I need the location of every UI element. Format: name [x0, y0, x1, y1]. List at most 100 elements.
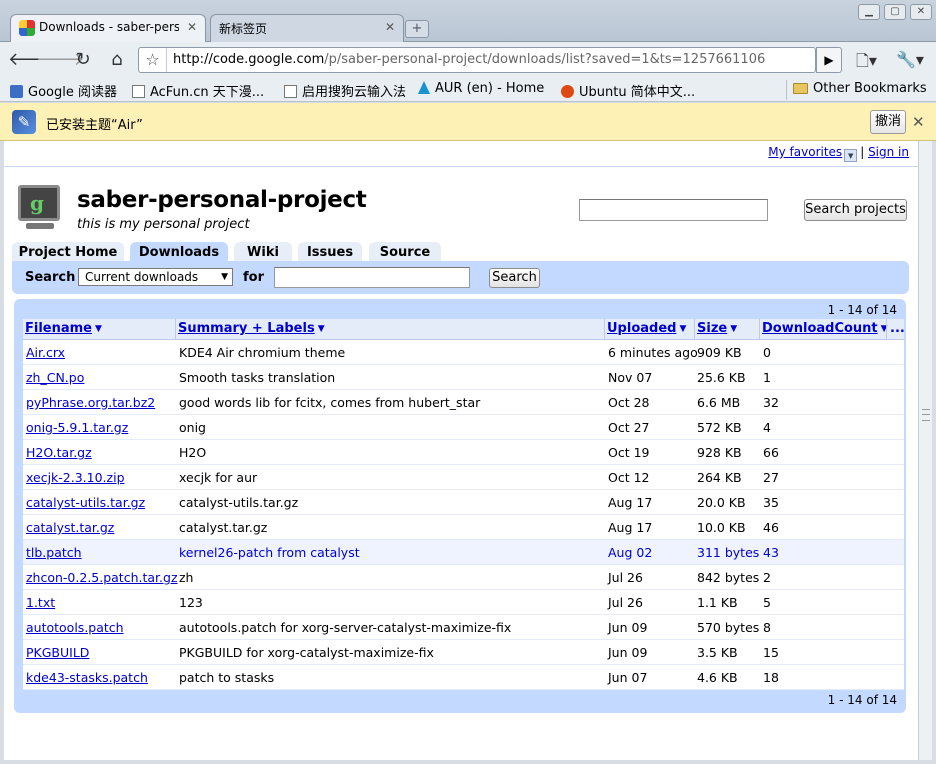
table-row[interactable]: autotools.patch autotools.patch for xorg-… [23, 615, 904, 640]
size-cell: 4.6 KB [697, 670, 738, 685]
user-bar: My favorites ▼ | Sign in [768, 145, 909, 162]
theme-installed-infobar: ✎ 已安装主题“Air” 撤消 ✕ [0, 103, 936, 141]
table-row[interactable]: Air.crx KDE4 Air chromium theme 6 minutes … [23, 340, 904, 365]
scope-select[interactable]: Current downloads ▼ [78, 268, 233, 286]
download-count-cell: 66 [763, 445, 779, 460]
page-menu-icon[interactable]: 🗋▾ [856, 50, 877, 77]
size-cell: 6.6 MB [697, 395, 741, 410]
maximize-icon[interactable]: ▢ [884, 4, 906, 20]
table-row[interactable]: xecjk-2.3.10.zip xecjk for aur Oct 12 264 K… [23, 465, 904, 490]
size-cell: 20.0 KB [697, 495, 746, 510]
tab-downloads[interactable]: Downloads - saber-perso··· ✕ [10, 14, 206, 42]
column-uploaded[interactable]: Uploaded ▼ [607, 321, 686, 336]
downloads-table: Filename ▼ Summary + Labels ▼ Uploaded ▼ Si… [23, 319, 905, 690]
sign-in-link[interactable]: Sign in [868, 145, 909, 159]
search-button[interactable]: Search [489, 268, 540, 288]
scroll-grip-icon[interactable] [922, 409, 930, 421]
downloads-search-input[interactable] [274, 267, 470, 288]
summary-cell: autotools.patch for xorg-server-catalyst… [179, 620, 512, 635]
reload-icon[interactable]: ↻ [70, 47, 96, 73]
uploaded-cell: Jun 09 [608, 645, 648, 660]
table-row[interactable]: PKGBUILD PKGBUILD for xorg-catalyst-maxim… [23, 640, 904, 665]
filename-link[interactable]: catalyst-utils.tar.gz [26, 495, 145, 510]
wrench-menu-icon[interactable]: 🔧▾ [896, 50, 924, 69]
filename-link[interactable]: PKGBUILD [26, 645, 89, 660]
filename-link[interactable]: xecjk-2.3.10.zip [26, 470, 125, 485]
bookmark-ubuntu[interactable]: Ubuntu 简体中文... [561, 81, 695, 100]
uploaded-cell: Jun 07 [608, 670, 648, 685]
download-count-cell: 4 [763, 420, 771, 435]
column-summary[interactable]: Summary + Labels ▼ [178, 321, 325, 336]
table-row[interactable]: catalyst-utils.tar.gz catalyst-utils.tar.… [23, 490, 904, 515]
forward-icon[interactable]: 🡒 [36, 47, 84, 73]
filename-link[interactable]: kde43-stasks.patch [26, 670, 148, 685]
size-cell: 928 KB [697, 445, 742, 460]
column-download-count[interactable]: DownloadCount ▼ [762, 321, 888, 336]
close-infobar-icon[interactable]: ✕ [912, 113, 925, 131]
filename-link[interactable]: zhcon-0.2.5.patch.tar.gz [26, 570, 178, 585]
filename-link[interactable]: Air.crx [26, 345, 65, 360]
table-row[interactable]: zhcon-0.2.5.patch.tar.gz zh Jul 26 842 byte… [23, 565, 904, 590]
window-close-icon[interactable]: ✕ [910, 4, 932, 20]
size-cell: 10.0 KB [697, 520, 746, 535]
tab-new-tab[interactable]: 新标签页 ✕ [210, 14, 404, 42]
size-cell: 1.1 KB [697, 595, 738, 610]
other-bookmarks[interactable]: Other Bookmarks [793, 81, 927, 96]
project-name[interactable]: saber-personal-project [77, 187, 367, 213]
summary-cell: patch to stasks [179, 670, 275, 685]
home-icon[interactable]: ⌂ [104, 47, 130, 73]
undo-theme-button[interactable]: 撤消 [870, 110, 906, 134]
favorites-dropdown-icon[interactable]: ▼ [844, 149, 858, 162]
bookmark-aur[interactable]: AUR (en) - Home [418, 81, 544, 96]
filename-link[interactable]: onig-5.9.1.tar.gz [26, 420, 128, 435]
table-row[interactable]: onig-5.9.1.tar.gz onig Oct 27 572 KB 4 [23, 415, 904, 440]
back-icon[interactable]: 🡐 [8, 47, 56, 73]
tab-strip: Downloads - saber-perso··· ✕ 新标签页 ✕ + ▁ … [0, 0, 936, 42]
search-projects-button[interactable]: Search projects [804, 199, 907, 221]
address-url[interactable]: http://code.google.com/p/saber-personal-… [173, 52, 765, 67]
vertical-scrollbar[interactable] [918, 141, 932, 760]
browser-toolbar: 🡐 🡒 ↻ ⌂ ☆ http://code.google.com/p/saber… [0, 42, 936, 78]
uploaded-cell: Jun 09 [608, 620, 648, 635]
downloads-results: 1 - 14 of 14 Filename ▼ Summary + Labels ▼… [14, 299, 906, 713]
bookmark-acfun[interactable]: AcFun.cn 天下漫... [132, 81, 264, 100]
table-row[interactable]: catalyst.tar.gz catalyst.tar.gz Aug 17 10.0… [23, 515, 904, 540]
table-row[interactable]: H2O.tar.gz H2O Oct 19 928 KB 66 [23, 440, 904, 465]
filename-link[interactable]: pyPhrase.org.tar.bz2 [26, 395, 155, 410]
new-tab-button[interactable]: + [405, 20, 429, 38]
bookmark-sogou[interactable]: 启用搜狗云输入法 [284, 81, 406, 100]
table-row[interactable]: tlb.patch kernel26-patch from catalyst Aug… [23, 540, 904, 565]
table-row[interactable]: kde43-stasks.patch patch to stasks Jun 07 4… [23, 665, 904, 690]
filename-link[interactable]: zh_CN.po [26, 370, 84, 385]
filename-link[interactable]: catalyst.tar.gz [26, 520, 114, 535]
table-row[interactable]: 1.txt 123 Jul 26 1.1 KB 5 [23, 590, 904, 615]
close-tab-icon[interactable]: ✕ [385, 20, 395, 34]
column-more[interactable]: ... [890, 321, 905, 336]
bookmark-google-reader[interactable]: Google 阅读器 [10, 81, 117, 100]
theme-brush-icon: ✎ [12, 110, 36, 134]
table-row[interactable]: zh_CN.po Smooth tasks translation Nov 07 25… [23, 365, 904, 390]
summary-cell: kernel26-patch from catalyst [179, 545, 360, 560]
column-size[interactable]: Size ▼ [697, 321, 737, 336]
minimize-icon[interactable]: ▁ [858, 4, 880, 20]
download-count-cell: 35 [763, 495, 779, 510]
project-logo-icon[interactable]: g [16, 183, 66, 231]
bookmark-star-icon[interactable]: ☆ [139, 48, 167, 72]
go-icon[interactable]: ▶ [816, 47, 842, 73]
filename-link[interactable]: tlb.patch [26, 545, 82, 560]
summary-cell: Smooth tasks translation [179, 370, 336, 385]
table-row[interactable]: pyPhrase.org.tar.bz2 good words lib for f… [23, 390, 904, 415]
filename-link[interactable]: H2O.tar.gz [26, 445, 92, 460]
download-count-cell: 0 [763, 345, 771, 360]
project-search-input[interactable] [579, 199, 768, 221]
filename-link[interactable]: autotools.patch [26, 620, 124, 635]
uploaded-cell: Jul 26 [608, 570, 643, 585]
column-filename[interactable]: Filename ▼ [25, 321, 102, 336]
size-cell: 311 bytes [697, 545, 760, 560]
my-favorites-link[interactable]: My favorites [768, 145, 842, 159]
download-count-cell: 27 [763, 470, 779, 485]
sort-caret-icon: ▼ [95, 324, 102, 334]
filename-link[interactable]: 1.txt [26, 595, 55, 610]
close-tab-icon[interactable]: ✕ [187, 20, 197, 34]
address-bar[interactable]: ☆ http://code.google.com/p/saber-persona… [138, 47, 816, 73]
